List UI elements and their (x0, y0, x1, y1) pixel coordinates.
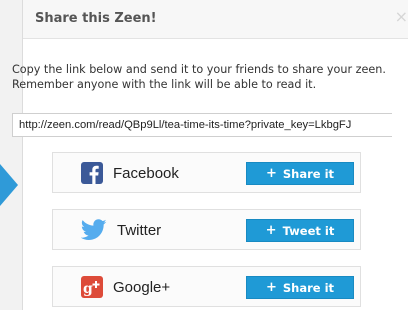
plus-icon: + (265, 166, 277, 181)
share-row-twitter: Twitter + Tweet it (52, 209, 361, 250)
svg-text:g: g (83, 281, 93, 297)
close-icon[interactable]: × (395, 9, 408, 25)
google-plus-share-button[interactable]: + Share it (246, 276, 354, 299)
dialog-title: Share this Zeen! (35, 11, 157, 26)
plus-icon: + (265, 280, 277, 295)
network-label: Google+ (113, 278, 171, 296)
share-link-field[interactable] (12, 113, 392, 137)
twitter-icon (81, 219, 107, 241)
instruction-line: Copy the link below and send it to your … (12, 63, 386, 76)
button-label: Share it (282, 280, 335, 295)
share-row-google-plus: g Google+ + Share it (52, 266, 361, 307)
network-label: Facebook (113, 164, 179, 182)
instruction-line: Remember anyone with the link will be ab… (12, 78, 317, 91)
button-label: Tweet it (282, 223, 335, 238)
button-label: Share it (282, 166, 335, 181)
google-plus-icon: g (81, 276, 103, 298)
plus-icon: + (265, 223, 277, 238)
network-label: Twitter (117, 221, 162, 239)
facebook-share-button[interactable]: + Share it (246, 162, 354, 185)
network-facebook: Facebook (81, 161, 179, 185)
dialog-header: Share this Zeen! × (23, 0, 408, 39)
network-google-plus: g Google+ (81, 275, 170, 299)
network-twitter: Twitter (81, 218, 161, 242)
share-instructions: Copy the link below and send it to your … (12, 62, 408, 92)
twitter-tweet-button[interactable]: + Tweet it (246, 219, 354, 242)
share-row-facebook: Facebook + Share it (52, 152, 361, 193)
facebook-icon (81, 162, 103, 184)
pointer-arrow-icon (0, 164, 18, 206)
